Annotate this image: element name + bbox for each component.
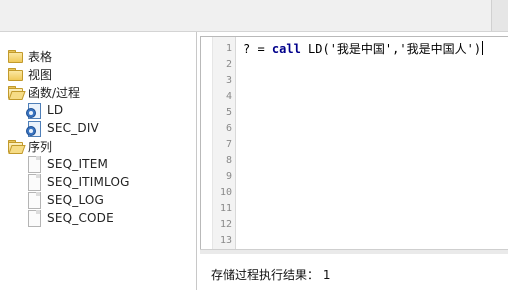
function-icon xyxy=(26,120,42,137)
tree-item-seq-item[interactable]: SEQ_ITEM xyxy=(26,155,108,173)
tree-item-label: SEQ_LOG xyxy=(47,193,105,207)
sql-editor[interactable]: 1 2 3 4 5 6 7 8 9 10 11 12 13 ? = call L… xyxy=(200,36,508,250)
tree-item-label: SEQ_CODE xyxy=(47,211,114,225)
line-number: 1 xyxy=(225,43,232,54)
folder-icon xyxy=(7,48,23,64)
code-keyword: call xyxy=(271,42,301,56)
tree-item-seq-log[interactable]: SEQ_LOG xyxy=(26,191,104,209)
tree-item-seq-code[interactable]: SEQ_CODE xyxy=(26,209,114,227)
line-number: 6 xyxy=(225,123,232,134)
line-number: 10 xyxy=(219,187,232,198)
folder-open-icon xyxy=(7,138,26,154)
result-label: 存储过程执行结果： xyxy=(211,268,320,282)
folder-open-icon xyxy=(7,84,26,100)
sequence-icon xyxy=(26,192,42,209)
result-value: 1 xyxy=(322,268,331,282)
result-text: 存储过程执行结果： 1 xyxy=(211,266,330,283)
tree-item-label: SEQ_ITIMLOG xyxy=(47,175,130,189)
text-caret xyxy=(482,41,484,55)
tree-item-views[interactable]: 视图 xyxy=(7,65,52,83)
tree-item-label: 视图 xyxy=(28,67,53,82)
toolbar-scrollbar[interactable] xyxy=(491,0,508,31)
function-icon xyxy=(26,102,42,119)
code-prefix: ? = xyxy=(243,42,272,56)
line-number: 11 xyxy=(219,203,232,214)
tree-item-label: LD xyxy=(47,103,64,117)
code-rest: LD('我是中国','我是中国人') xyxy=(300,42,482,56)
tree-item-sec-div[interactable]: SEC_DIV xyxy=(26,119,99,137)
line-number: 3 xyxy=(225,75,232,86)
tree-item-label: 函数/过程 xyxy=(28,85,81,100)
sequence-icon xyxy=(26,174,42,191)
line-number: 9 xyxy=(225,171,232,182)
line-number: 7 xyxy=(225,139,232,150)
tree-item-tables[interactable]: 表格 xyxy=(7,47,52,65)
line-number: 8 xyxy=(225,155,232,166)
line-number: 2 xyxy=(225,59,232,70)
line-number: 4 xyxy=(225,91,232,102)
tree-item-label: SEQ_ITEM xyxy=(47,157,109,171)
folder-icon xyxy=(7,66,23,82)
object-tree: 表格 视图 函数/过程 LD SEC_DIV 序列 SEQ_ITEM SEQ_I… xyxy=(0,32,197,290)
tree-item-sequences[interactable]: 序列 xyxy=(7,137,52,155)
line-number: 12 xyxy=(219,219,232,230)
tree-item-label: 序列 xyxy=(28,139,53,154)
top-toolbar xyxy=(0,0,508,32)
sequence-icon xyxy=(26,156,42,173)
code-line[interactable]: ? = call LD('我是中国','我是中国人') xyxy=(243,41,484,57)
line-number: 13 xyxy=(219,235,232,246)
tree-item-seq-itimlog[interactable]: SEQ_ITIMLOG xyxy=(26,173,130,191)
tree-item-label: 表格 xyxy=(28,49,53,64)
tree-item-functions-procedures[interactable]: 函数/过程 xyxy=(7,83,80,101)
result-panel: 存储过程执行结果： 1 xyxy=(200,254,508,290)
line-number-gutter: 1 2 3 4 5 6 7 8 9 10 11 12 13 xyxy=(201,37,236,249)
line-number: 5 xyxy=(225,107,232,118)
tree-item-ld[interactable]: LD xyxy=(26,101,63,119)
sequence-icon xyxy=(26,210,42,227)
tree-item-label: SEC_DIV xyxy=(47,121,99,135)
